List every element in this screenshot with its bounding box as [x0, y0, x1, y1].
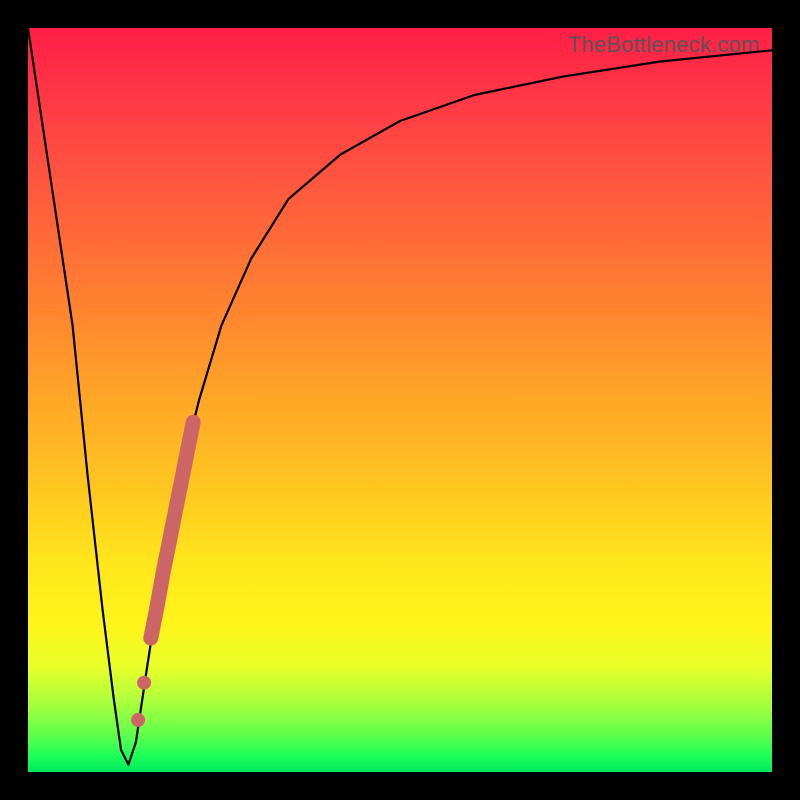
- plot-area: TheBottleneck.com: [28, 28, 772, 772]
- bottleneck-curve: [28, 28, 772, 765]
- highlight-dot: [137, 676, 151, 690]
- highlight-segment: [151, 422, 193, 638]
- curve-layer: [28, 28, 772, 772]
- highlight-dot: [131, 713, 145, 727]
- chart-frame: TheBottleneck.com: [0, 0, 800, 800]
